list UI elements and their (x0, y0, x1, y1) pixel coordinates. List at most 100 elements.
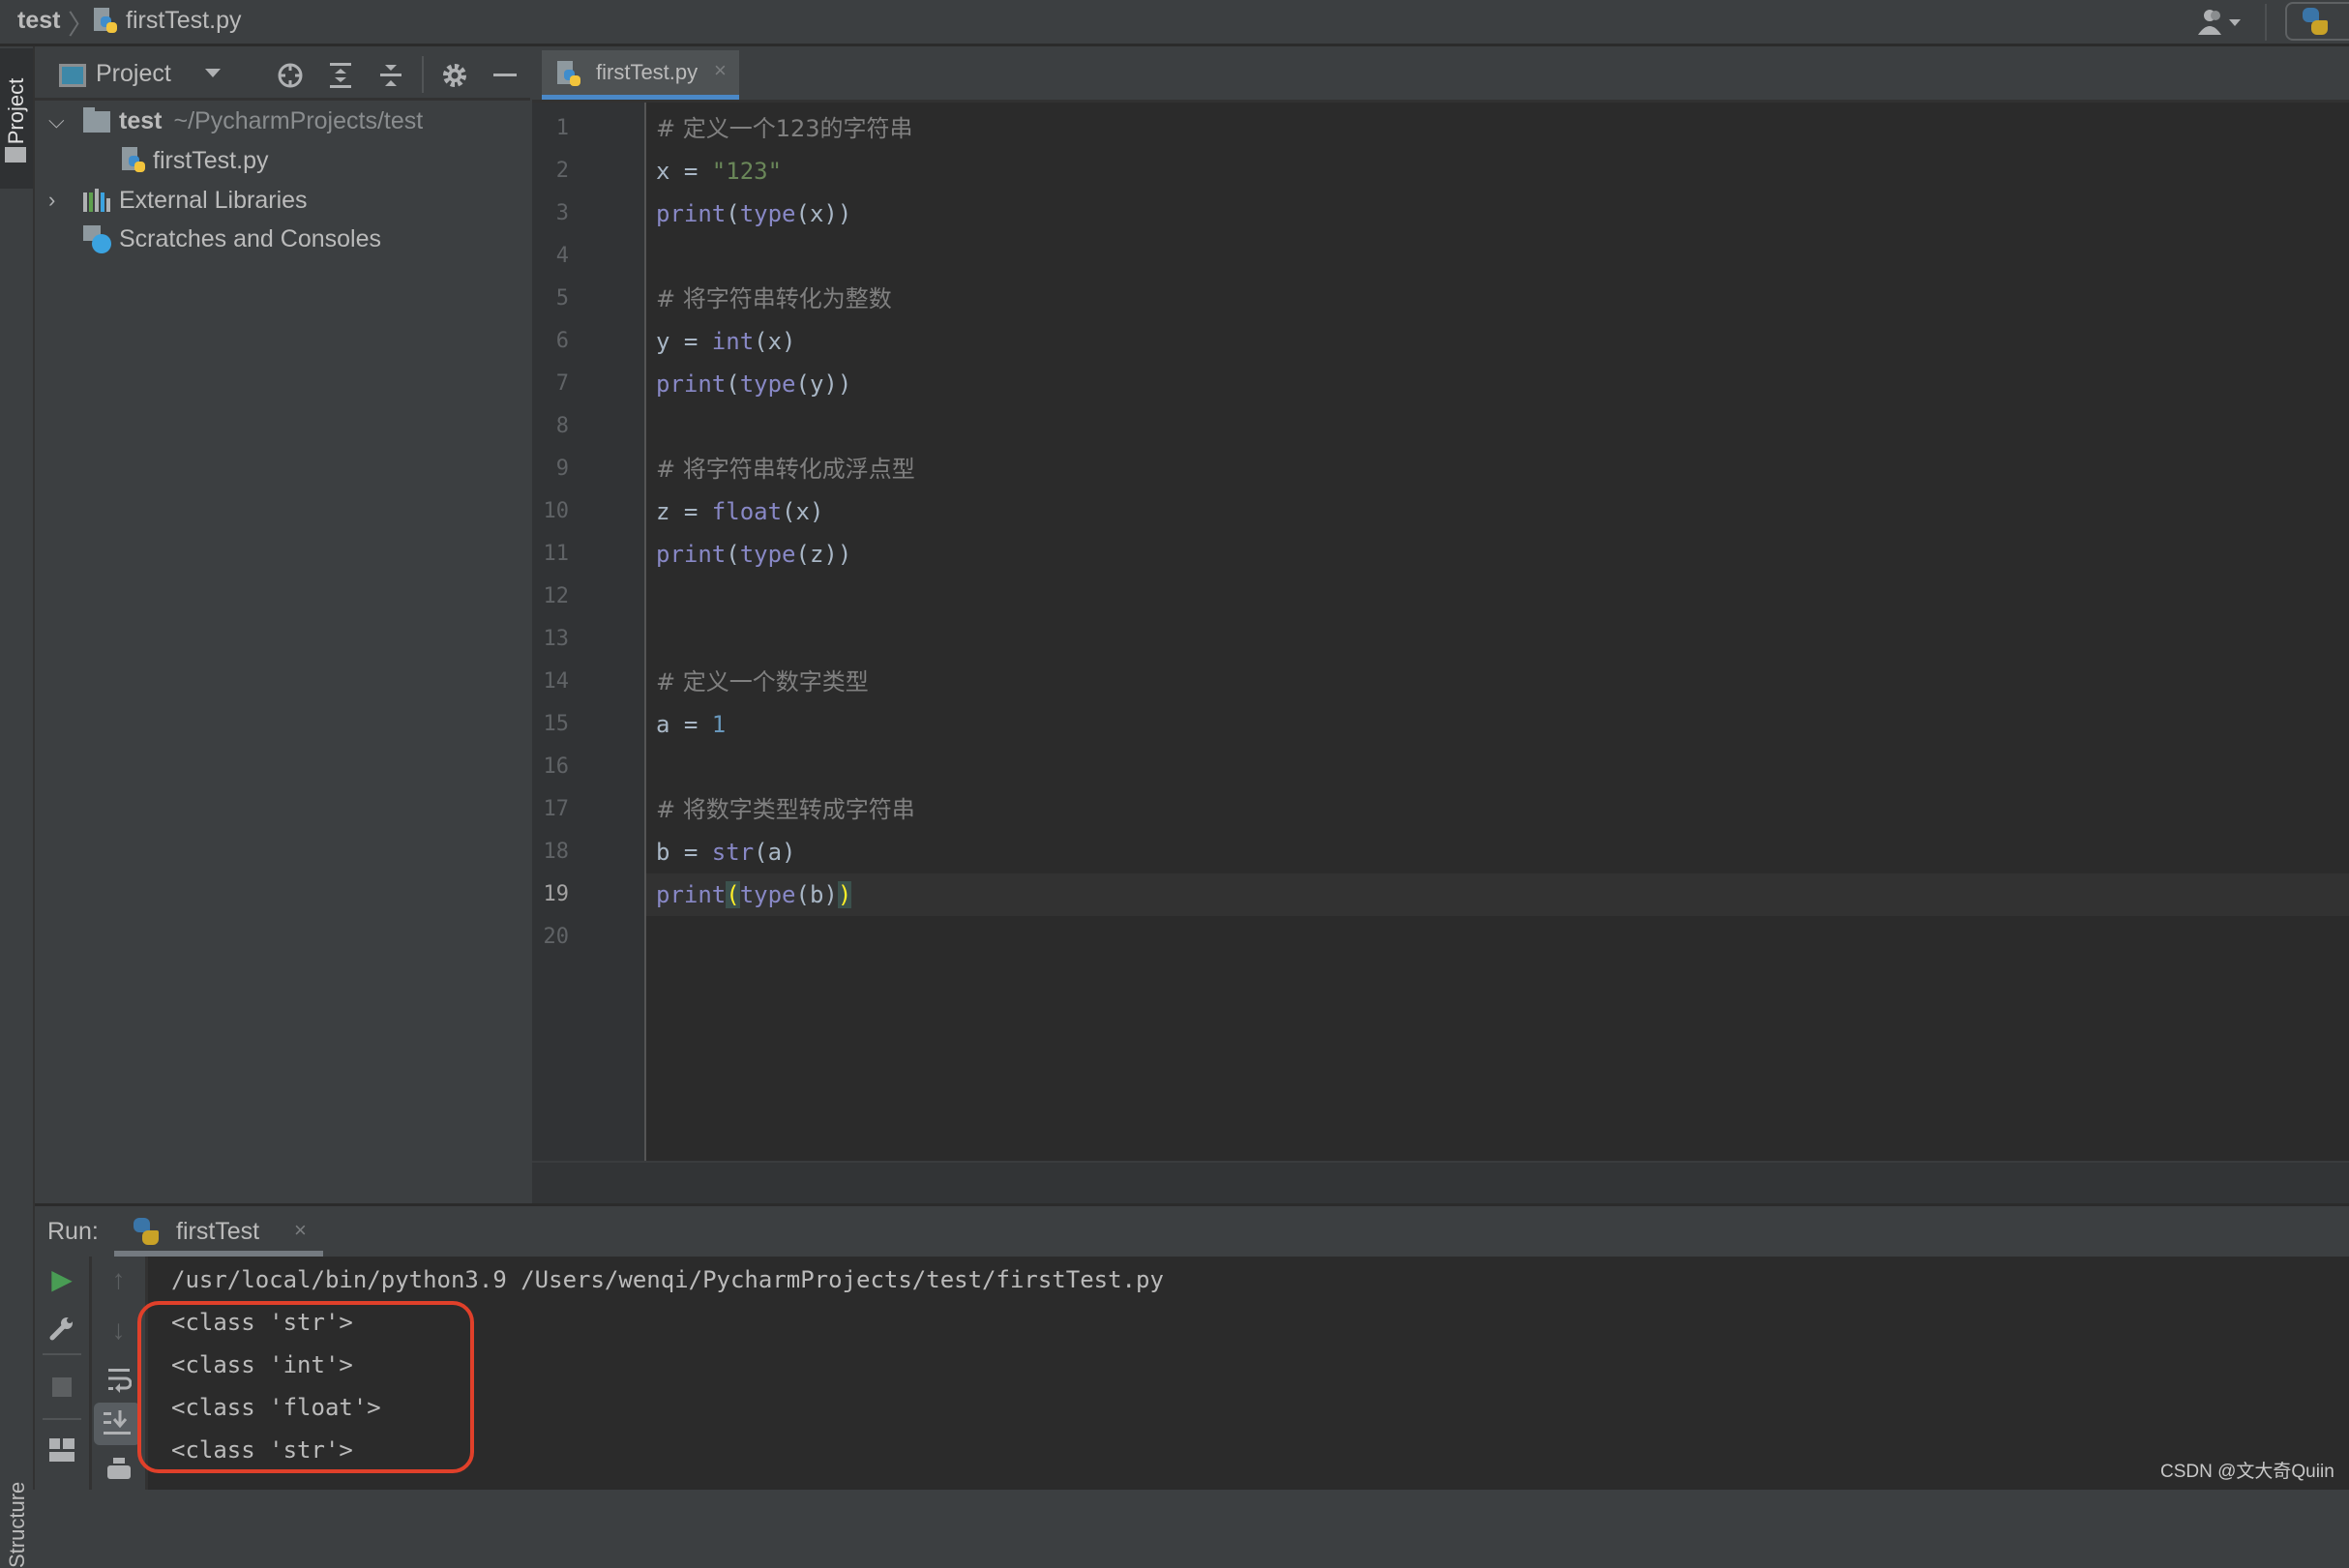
line-number[interactable]: 3 (532, 192, 569, 235)
left-tool-window-strip: Project Structure (0, 46, 35, 1568)
run-console[interactable]: /usr/local/bin/python3.9 /Users/wenqi/Py… (148, 1257, 2349, 1490)
tree-item-label: firstTest.py (153, 147, 269, 174)
minimize-icon[interactable] (491, 62, 519, 89)
code-line[interactable]: print(type(b)) (656, 873, 852, 916)
line-number[interactable]: 9 (532, 448, 569, 490)
collapse-all-icon[interactable] (377, 62, 404, 89)
close-tab-icon[interactable]: × (714, 58, 727, 83)
wrench-settings-icon[interactable] (35, 1309, 89, 1352)
python-file-icon (557, 61, 582, 88)
toolbar-separator (2265, 4, 2267, 41)
watermark: CSDN @文大奇Quiin (2160, 1462, 2334, 1482)
tree-item-label: External Libraries (119, 187, 308, 214)
line-number[interactable]: 7 (532, 363, 569, 405)
editor-horizontal-scroll-area (532, 1161, 2349, 1205)
line-number[interactable]: 15 (532, 703, 570, 746)
code-line[interactable]: print(type(z)) (656, 533, 851, 576)
scroll-up-icon[interactable]: ↑ (92, 1260, 145, 1299)
toolbar-separator (422, 56, 424, 93)
breadcrumb-file[interactable]: firstTest.py (126, 7, 241, 35)
tree-item-external-libraries[interactable]: › External Libraries (35, 181, 530, 220)
user-account-icon (2198, 10, 2241, 35)
folder-icon (83, 107, 110, 133)
line-number[interactable]: 12 (532, 576, 570, 618)
run-configuration-selector[interactable] (2285, 2, 2349, 41)
line-number[interactable]: 1 (532, 107, 569, 150)
rerun-play-icon[interactable]: ▶ (35, 1260, 89, 1299)
line-number[interactable]: 18 (532, 831, 570, 873)
code-line[interactable]: # 定义一个123的字符串 (656, 107, 913, 150)
breadcrumb-separator: 〉 (68, 10, 96, 40)
tree-item-label: Scratches and Consoles (119, 225, 381, 252)
chevron-down-icon[interactable]: ⌵ (48, 102, 65, 140)
python-file-icon (122, 147, 147, 174)
stop-icon[interactable] (52, 1377, 72, 1397)
code-line[interactable]: # 将字符串转化为整数 (656, 278, 892, 320)
line-number[interactable]: 14 (532, 661, 570, 703)
editor-tab-firsttest[interactable]: firstTest.py × (542, 50, 739, 100)
tree-item-scratches[interactable]: Scratches and Consoles (35, 220, 530, 258)
code-line[interactable]: # 将数字类型转成字符串 (656, 788, 915, 831)
run-tab-firsttest[interactable]: firstTest × (114, 1206, 323, 1257)
code-line[interactable]: a = 1 (656, 703, 726, 746)
code-line[interactable]: # 定义一个数字类型 (656, 661, 869, 703)
project-view-selector[interactable]: Project (96, 60, 171, 88)
chevron-down-icon[interactable] (205, 69, 221, 77)
editor-tab-bar: firstTest.py × (532, 48, 2349, 103)
console-command-line: /usr/local/bin/python3.9 /Users/wenqi/Py… (171, 1266, 1164, 1293)
python-icon (134, 1218, 159, 1245)
line-number[interactable]: 4 (532, 235, 569, 278)
run-panel-header: Run: firstTest × (35, 1206, 2349, 1257)
tree-item-project-root[interactable]: ⌵ test ~/PycharmProjects/test (35, 102, 530, 140)
line-number[interactable]: 2 (532, 150, 569, 192)
run-panel-label: Run: (47, 1218, 99, 1245)
line-number-gutter: 1 2 3 4 5 6 7 8 9 10 11 12 13 14 15 16 17 18 19 20 (532, 103, 646, 1161)
scroll-to-end-icon (104, 1410, 131, 1435)
run-toolbar-primary: ▶ (35, 1257, 92, 1490)
project-panel: Project ⌵ test ~/PycharmProjects/test fir… (35, 48, 530, 1203)
line-number[interactable]: 19 (532, 873, 570, 916)
locate-crosshair-icon[interactable] (277, 62, 304, 89)
tree-item-file[interactable]: firstTest.py (35, 141, 530, 180)
breadcrumb-project[interactable]: test (17, 7, 60, 35)
project-tool-tab-label: Project (4, 77, 28, 145)
line-number[interactable]: 16 (532, 746, 570, 788)
project-tool-tab[interactable]: Project (0, 48, 33, 189)
code-line[interactable]: z = float(x) (656, 490, 823, 533)
line-number[interactable]: 20 (532, 916, 570, 959)
python-file-icon (94, 8, 119, 35)
line-number[interactable]: 11 (532, 533, 570, 576)
layout-icon[interactable] (35, 1433, 89, 1472)
active-tab-indicator (542, 95, 739, 100)
line-number[interactable]: 5 (532, 278, 569, 320)
toolbar-separator (43, 1353, 81, 1355)
code-line[interactable]: b = str(a) (656, 831, 796, 873)
editor-tab-label: firstTest.py (596, 60, 699, 84)
code-line[interactable]: print(type(x)) (656, 192, 851, 235)
code-line[interactable]: x = "123" (656, 150, 782, 192)
line-number[interactable]: 17 (532, 788, 570, 831)
gear-icon[interactable] (441, 62, 468, 89)
python-run-config-icon (2303, 8, 2328, 35)
user-account-button[interactable] (2196, 8, 2248, 37)
line-number[interactable]: 13 (532, 618, 570, 661)
chevron-right-icon[interactable]: › (48, 181, 55, 220)
code-line[interactable]: y = int(x) (656, 320, 796, 363)
libraries-icon (83, 189, 110, 212)
code-line[interactable]: print(type(y)) (656, 363, 851, 405)
expand-all-icon[interactable] (327, 62, 354, 89)
toolbar-separator (43, 1418, 81, 1420)
scratches-icon (83, 225, 114, 254)
folder-icon (5, 147, 26, 163)
line-number[interactable]: 10 (532, 490, 570, 533)
project-view-icon (59, 64, 86, 87)
scroll-to-end-button[interactable] (94, 1403, 140, 1445)
tree-item-path: ~/PycharmProjects/test (173, 107, 424, 134)
line-number[interactable]: 6 (532, 320, 569, 363)
code-line[interactable]: # 将字符串转化成浮点型 (656, 448, 915, 490)
navigation-bar: test 〉 firstTest.py (0, 0, 2349, 46)
close-run-tab-icon[interactable]: × (294, 1218, 307, 1243)
code-editor[interactable]: # 定义一个123的字符串 x = "123" print(type(x)) # 将字… (646, 103, 2349, 1161)
line-number[interactable]: 8 (532, 405, 569, 448)
structure-tool-tab[interactable]: Structure (5, 1452, 30, 1568)
